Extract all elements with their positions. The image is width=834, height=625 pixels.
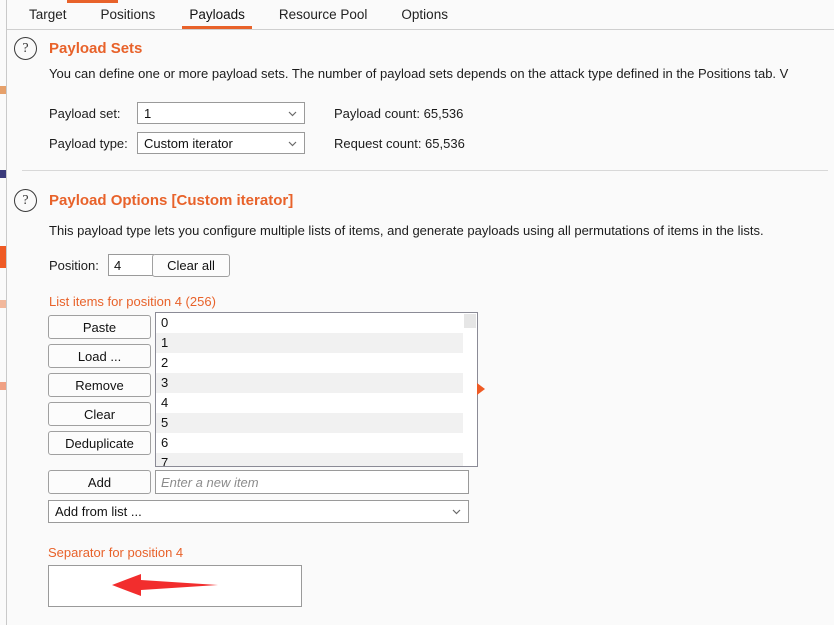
add-label: Add	[87, 474, 112, 490]
list-item[interactable]: 1	[156, 333, 477, 353]
paste-button[interactable]: Paste	[48, 315, 151, 339]
position-input[interactable]: 4	[108, 254, 154, 276]
load-label: Load ...	[77, 348, 122, 364]
tab-label: Resource Pool	[278, 7, 368, 22]
question-mark-icon[interactable]: ?	[14, 37, 37, 60]
clear-all-button[interactable]: Clear all	[152, 254, 230, 277]
separator-heading: Separator for position 4	[48, 545, 184, 560]
load-button[interactable]: Load ...	[48, 344, 151, 368]
list-items-heading: List items for position 4 (256)	[49, 294, 216, 309]
deduplicate-label: Deduplicate	[65, 435, 134, 451]
tab-payloads[interactable]: Payloads	[172, 0, 262, 29]
tab-label: Payloads	[189, 7, 245, 22]
tab-positions[interactable]: Positions	[84, 0, 173, 29]
chevron-down-icon	[287, 108, 298, 119]
payload-set-select[interactable]: 1	[137, 102, 305, 124]
payload-list[interactable]: 0 1 2 3 4 5 6 7	[155, 312, 478, 467]
list-item[interactable]: 7	[156, 453, 477, 466]
payload-sets-title: Payload Sets	[49, 40, 143, 57]
add-from-list-select[interactable]: Add from list ...	[48, 500, 469, 523]
gutter-marker-3	[0, 246, 6, 268]
payload-set-value: 1	[144, 105, 152, 121]
tab-label: Positions	[100, 7, 156, 22]
list-item[interactable]: 0	[156, 313, 477, 333]
list-position-marker-icon	[477, 383, 485, 395]
tab-label: Target	[29, 7, 67, 22]
position-label: Position:	[49, 258, 99, 273]
gutter-marker-4	[0, 300, 6, 308]
list-item[interactable]: 2	[156, 353, 477, 373]
list-scrollbar[interactable]	[463, 313, 477, 466]
new-item-placeholder: Enter a new item	[161, 474, 259, 490]
burp-intruder-payloads-window: Target Positions Payloads Resource Pool …	[0, 0, 834, 625]
gutter-marker-1	[0, 86, 6, 94]
gutter-marker-2	[0, 170, 6, 178]
question-mark-icon[interactable]: ?	[14, 189, 37, 212]
payload-count-label: Payload count: 65,536	[334, 106, 464, 121]
payload-options-title: Payload Options [Custom iterator]	[49, 192, 294, 209]
tab-target[interactable]: Target	[12, 0, 84, 29]
list-item[interactable]: 6	[156, 433, 477, 453]
list-item[interactable]: 4	[156, 393, 477, 413]
clear-all-label: Clear all	[167, 258, 215, 273]
payload-type-value: Custom iterator	[144, 135, 233, 151]
separator-input[interactable]	[48, 565, 302, 607]
panel-divider	[22, 170, 828, 171]
tab-options[interactable]: Options	[384, 0, 465, 29]
list-item[interactable]: 3	[156, 373, 477, 393]
remove-label: Remove	[75, 377, 124, 393]
left-gutter	[0, 0, 7, 625]
position-value: 4	[114, 257, 122, 273]
clear-button[interactable]: Clear	[48, 402, 151, 426]
tab-label: Options	[401, 7, 448, 22]
payload-type-select[interactable]: Custom iterator	[137, 132, 305, 154]
payload-options-description: This payload type lets you configure mul…	[49, 223, 764, 238]
chevron-down-icon	[287, 138, 298, 149]
list-item[interactable]: 5	[156, 413, 477, 433]
main-tabbar: Target Positions Payloads Resource Pool …	[7, 0, 834, 30]
list-scrollbar-thumb[interactable]	[464, 314, 476, 328]
clear-label: Clear	[83, 406, 116, 422]
chevron-down-icon	[451, 506, 462, 517]
payload-set-label: Payload set:	[49, 106, 121, 121]
new-item-input[interactable]: Enter a new item	[155, 470, 469, 494]
add-from-list-value: Add from list ...	[55, 504, 142, 519]
paste-label: Paste	[82, 319, 117, 335]
payload-type-label: Payload type:	[49, 136, 128, 151]
remove-button[interactable]: Remove	[48, 373, 151, 397]
deduplicate-button[interactable]: Deduplicate	[48, 431, 151, 455]
request-count-label: Request count: 65,536	[334, 136, 465, 151]
payload-sets-description: You can define one or more payload sets.…	[49, 66, 789, 81]
add-button[interactable]: Add	[48, 470, 151, 494]
tab-resource-pool[interactable]: Resource Pool	[262, 0, 385, 29]
gutter-marker-5	[0, 382, 6, 390]
